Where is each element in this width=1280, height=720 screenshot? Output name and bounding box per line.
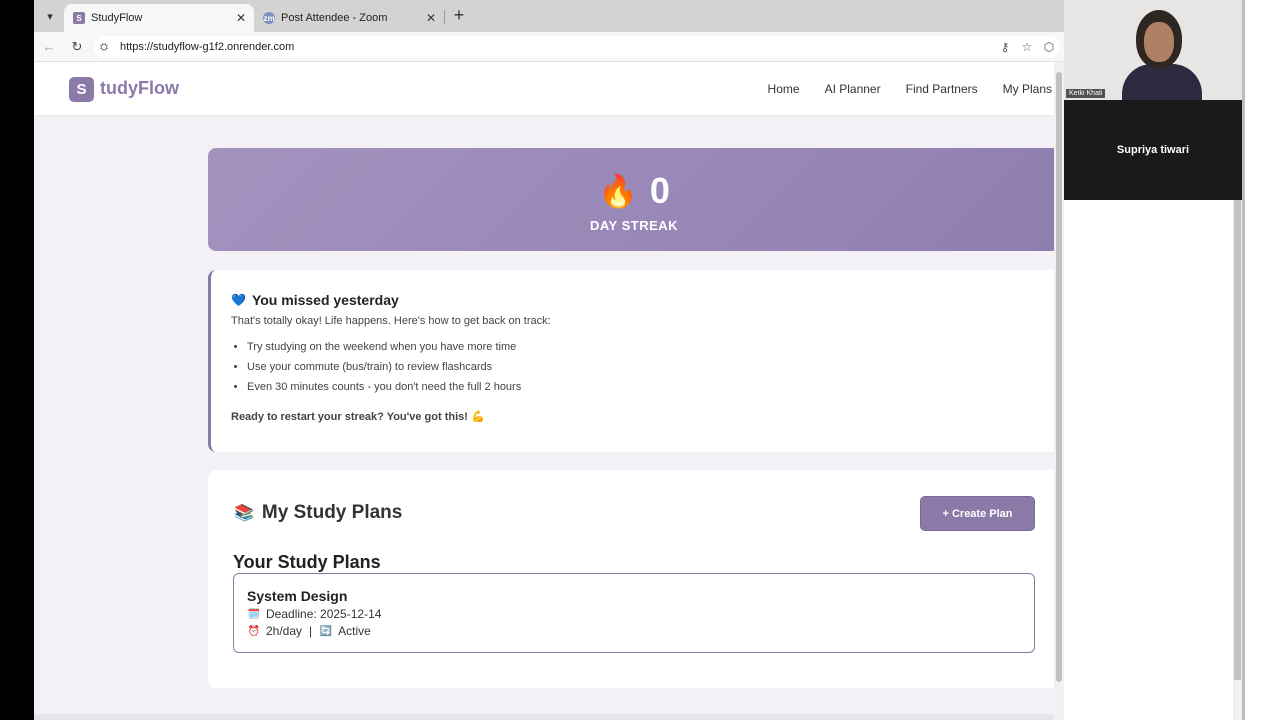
missed-subtitle: That's totally okay! Life happens. Here'… bbox=[231, 315, 551, 327]
tips-list: Try studying on the weekend when you hav… bbox=[247, 340, 521, 400]
studyflow-favicon-icon: S bbox=[73, 12, 85, 24]
nav-my-plans[interactable]: My Plans bbox=[1003, 82, 1052, 96]
person-face bbox=[1144, 22, 1174, 62]
logo-text[interactable]: tudyFlow bbox=[100, 78, 179, 99]
browser-window: ▾ S StudyFlow ✕ zm Post Attendee - Zoom … bbox=[34, 0, 1064, 720]
streak-banner: 🔥 0 DAY STREAK bbox=[208, 148, 1060, 251]
divider: | bbox=[309, 624, 313, 638]
participant-name: Supriya tiwari bbox=[1116, 144, 1190, 156]
plans-title: My Study Plans bbox=[261, 502, 403, 523]
address-toolbar: ← ↻ ⛭ https://studyflow-g1f2.onrender.co… bbox=[34, 32, 1064, 62]
fire-icon: 🔥 bbox=[598, 173, 638, 209]
bookmark-star-icon[interactable]: ☆ bbox=[1016, 40, 1038, 54]
key-icon[interactable]: ⚷ bbox=[994, 40, 1016, 54]
study-plans-card: 📚 My Study Plans + Create Plan Your Stud… bbox=[208, 470, 1060, 688]
nav-find-partners[interactable]: Find Partners bbox=[906, 82, 978, 96]
new-tab-icon[interactable]: + bbox=[449, 6, 469, 26]
alarm-clock-icon: ⏰ bbox=[247, 625, 261, 637]
site-header: S tudyFlow Home AI Planner Find Partners… bbox=[34, 62, 1064, 116]
participant-video-2[interactable]: Supriya tiwari bbox=[1064, 100, 1242, 200]
missed-title: You missed yesterday bbox=[251, 292, 399, 308]
back-icon[interactable]: ← bbox=[40, 38, 58, 56]
nav-home[interactable]: Home bbox=[768, 82, 800, 96]
plan-name: System Design bbox=[247, 588, 348, 604]
zoom-favicon-icon: zm bbox=[263, 12, 275, 24]
streak-label: DAY STREAK bbox=[589, 218, 679, 233]
tab-zoom[interactable]: zm Post Attendee - Zoom ✕ bbox=[254, 4, 444, 32]
create-plan-button[interactable]: + Create Plan bbox=[920, 496, 1035, 531]
window-scrollbar[interactable] bbox=[1233, 200, 1242, 720]
list-item: Try studying on the weekend when you hav… bbox=[247, 340, 521, 360]
plan-meta-row: ⏰ 2h/day | 🔄 Active bbox=[247, 624, 371, 638]
missed-heading: 💙 You missed yesterday bbox=[231, 292, 399, 308]
address-bar[interactable]: ⛭ https://studyflow-g1f2.onrender.com ⚷ … bbox=[94, 36, 1060, 58]
page-bottom-edge bbox=[34, 714, 1054, 720]
tab-search-icon[interactable]: ▾ bbox=[38, 5, 62, 27]
plan-card-system-design[interactable]: System Design 🗓️ Deadline: 2025-12-14 ⏰ … bbox=[233, 573, 1035, 653]
repeat-icon: 🔄 bbox=[319, 625, 333, 637]
books-icon: 📚 bbox=[234, 505, 254, 522]
tab-bar: ▾ S StudyFlow ✕ zm Post Attendee - Zoom … bbox=[34, 0, 1064, 32]
background-area bbox=[1245, 0, 1280, 720]
site-info-icon[interactable]: ⛭ bbox=[100, 42, 112, 53]
list-item: Use your commute (bus/train) to review f… bbox=[247, 360, 521, 380]
extensions-icon[interactable]: ⬡ bbox=[1038, 40, 1060, 54]
plan-deadline: Deadline: 2025-12-14 bbox=[266, 607, 382, 621]
list-item: Even 30 minutes counts - you don't need … bbox=[247, 380, 521, 400]
plans-heading: 📚 My Study Plans bbox=[234, 502, 402, 524]
logo-badge[interactable]: S bbox=[69, 77, 94, 102]
missed-day-card: 💙 You missed yesterday That's totally ok… bbox=[208, 270, 1060, 452]
nav-ai-planner[interactable]: AI Planner bbox=[825, 82, 881, 96]
desktop-left-strip bbox=[0, 0, 34, 720]
zoom-video-panel: Ketki Khati Supriya tiwari bbox=[1064, 0, 1280, 720]
main-nav: Home AI Planner Find Partners My Plans bbox=[768, 82, 1052, 96]
window-scrollbar-thumb[interactable] bbox=[1234, 200, 1241, 680]
tab-studyflow[interactable]: S StudyFlow ✕ bbox=[64, 4, 254, 32]
scrollbar-thumb[interactable] bbox=[1056, 72, 1062, 682]
page-content: S tudyFlow Home AI Planner Find Partners… bbox=[34, 62, 1064, 720]
plan-status: Active bbox=[338, 624, 371, 638]
your-plans-heading: Your Study Plans bbox=[233, 552, 381, 572]
url-text[interactable]: https://studyflow-g1f2.onrender.com bbox=[120, 41, 994, 53]
reload-icon[interactable]: ↻ bbox=[68, 38, 86, 56]
page-scrollbar[interactable] bbox=[1054, 62, 1064, 720]
calendar-icon: 🗓️ bbox=[247, 608, 261, 620]
close-tab-icon[interactable]: ✕ bbox=[422, 11, 440, 25]
participant-name-tag: Ketki Khati bbox=[1066, 89, 1106, 98]
participant-video-1[interactable]: Ketki Khati bbox=[1064, 0, 1242, 100]
close-tab-icon[interactable]: ✕ bbox=[232, 11, 250, 25]
blue-heart-icon: 💙 bbox=[231, 293, 246, 307]
tab-title: Post Attendee - Zoom bbox=[281, 12, 388, 24]
plan-deadline-row: 🗓️ Deadline: 2025-12-14 bbox=[247, 607, 382, 621]
tab-title: StudyFlow bbox=[91, 12, 143, 24]
restart-message: Ready to restart your streak? You've got… bbox=[231, 411, 485, 423]
plan-hours: 2h/day bbox=[266, 624, 303, 638]
tab-separator bbox=[444, 10, 445, 24]
streak-count: 0 bbox=[649, 170, 670, 211]
person-body bbox=[1122, 64, 1202, 100]
